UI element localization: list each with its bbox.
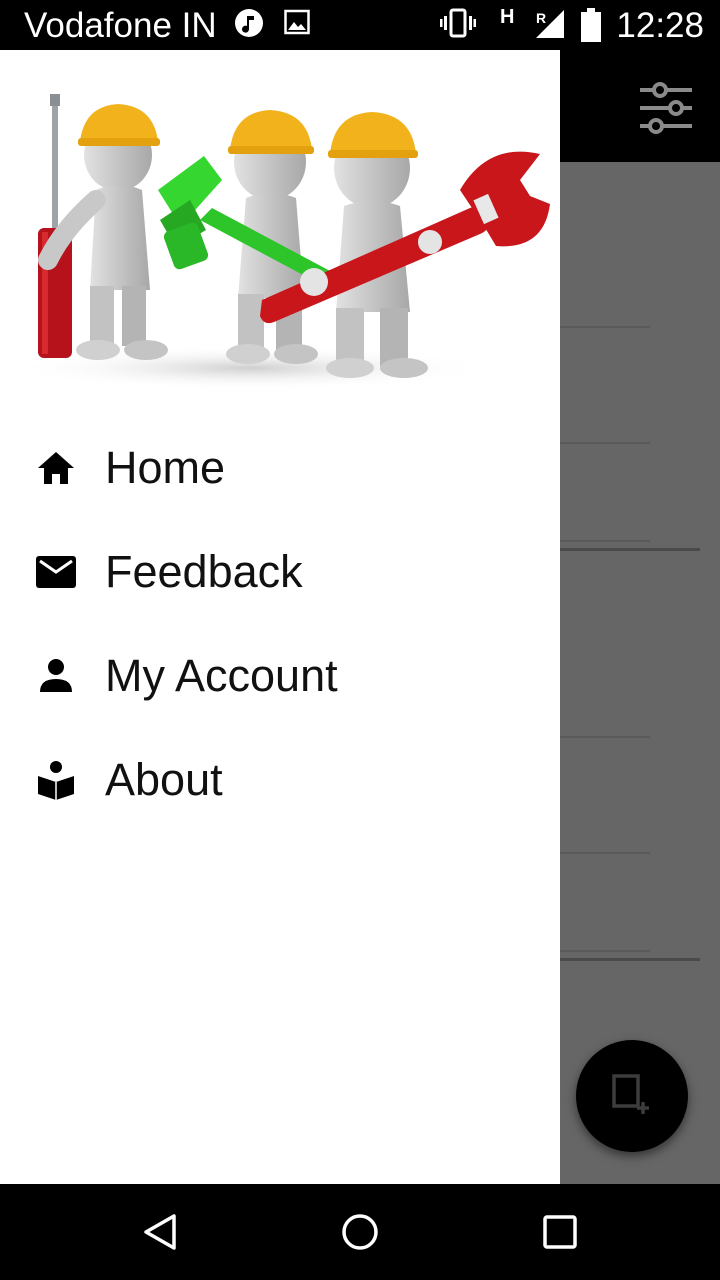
recents-icon[interactable] [532, 1204, 588, 1260]
carrier-name: Vodafone IN [24, 6, 217, 45]
filter-sliders-icon[interactable] [638, 80, 694, 136]
battery-icon [580, 8, 602, 47]
menu-item-label: My Account [105, 650, 338, 701]
section-divider [560, 548, 700, 551]
person-icon [34, 654, 78, 698]
reader-icon [34, 758, 78, 802]
menu-item-home[interactable]: Home [0, 416, 560, 520]
home-icon [34, 446, 78, 490]
menu-item-about[interactable]: About [0, 728, 560, 832]
menu-item-my-account[interactable]: My Account [0, 624, 560, 728]
back-icon[interactable] [132, 1204, 188, 1260]
navigation-drawer: Home Feedback My Account About [0, 50, 560, 1184]
vibrate-icon [440, 8, 476, 43]
list-divider [560, 736, 650, 738]
add-note-button[interactable] [576, 1040, 688, 1152]
image-icon [284, 8, 310, 41]
workers-with-tools-illustration [10, 94, 550, 390]
menu-item-feedback[interactable]: Feedback [0, 520, 560, 624]
music-icon [234, 8, 264, 43]
clock: 12:28 [616, 6, 704, 45]
system-navigation-bar [0, 1184, 720, 1280]
list-divider [560, 540, 650, 542]
drawer-header-image [0, 50, 560, 395]
section-divider [560, 958, 700, 961]
status-bar: Vodafone IN H R 12:28 [0, 0, 720, 50]
signal-icon [534, 8, 566, 45]
list-divider [560, 326, 650, 328]
home-circle-icon[interactable] [332, 1204, 388, 1260]
list-divider [560, 950, 650, 952]
list-divider [560, 442, 650, 444]
mail-icon [34, 550, 78, 594]
add-note-icon [610, 1072, 654, 1121]
drawer-menu: Home Feedback My Account About [0, 416, 560, 832]
menu-item-label: Feedback [105, 546, 303, 597]
menu-item-label: About [105, 754, 223, 805]
network-type-label: H [500, 6, 515, 28]
screen: Vodafone IN H R 12:28 Home Feedback My A… [0, 0, 720, 1280]
menu-item-label: Home [105, 442, 226, 493]
list-divider [560, 852, 650, 854]
